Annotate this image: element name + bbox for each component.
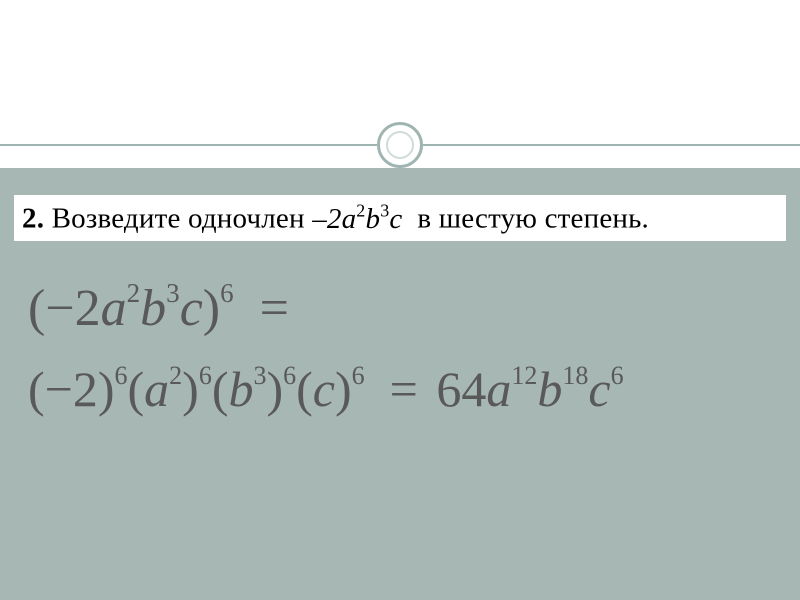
- ornament-line-right: [423, 144, 800, 146]
- equation-line-2: (−2)6(a2)6(b3)6(c)6 = 64a12b18c6: [28, 360, 624, 418]
- ornament-circle-icon: [377, 122, 423, 168]
- eq2-p1-open: (: [28, 361, 45, 417]
- eq2-p1-val: 2: [73, 361, 98, 417]
- eq2-res-c: c: [588, 361, 610, 417]
- problem-c: c: [389, 203, 402, 235]
- header-band: [0, 0, 800, 140]
- problem-b-pow: 3: [380, 200, 389, 220]
- eq2-p4-pow: 6: [352, 361, 365, 390]
- eq2-p3-inner-pow: 3: [253, 361, 266, 390]
- eq2-p1-close: ): [98, 361, 115, 417]
- eq2-p3-base: b: [228, 361, 253, 417]
- eq2-res-a-pow: 12: [511, 361, 537, 390]
- eq1-close: ): [203, 280, 220, 337]
- eq2-p3-pow: 6: [283, 361, 296, 390]
- eq2-p2-close: ): [182, 361, 199, 417]
- eq1-coef: 2: [75, 280, 101, 337]
- eq2-p4-base: c: [313, 361, 335, 417]
- eq2-p2-inner-pow: 2: [169, 361, 182, 390]
- eq2-p3-open: (: [212, 361, 229, 417]
- equation-line-1: (−2a2b3c)6 =: [28, 278, 289, 338]
- eq1-equals: =: [247, 280, 289, 337]
- eq1-c: c: [180, 280, 203, 337]
- eq1-open: (: [28, 280, 45, 337]
- eq1-b: b: [140, 280, 166, 337]
- eq2-res-coef: 64: [436, 361, 486, 417]
- problem-a: a: [342, 203, 357, 235]
- eq2-p4-open: (: [296, 361, 313, 417]
- problem-coef: –2: [312, 203, 341, 235]
- eq2-p2-base: a: [144, 361, 169, 417]
- eq2-res-b: b: [537, 361, 562, 417]
- problem-text-before: Возведите одночлен: [52, 203, 305, 235]
- slide: 2. Возведите одночлен –2a2b3c в шестую с…: [0, 0, 800, 600]
- problem-monomial: –2a2b3c: [312, 203, 410, 235]
- eq2-p2-open: (: [128, 361, 145, 417]
- eq2-p1-pow: 6: [115, 361, 128, 390]
- eq2-p2-pow: 6: [199, 361, 212, 390]
- ornament-line-left: [0, 144, 377, 146]
- eq1-b-pow: 3: [166, 278, 180, 308]
- eq1-outer-pow: 6: [220, 278, 234, 308]
- eq2-p4-close: ): [335, 361, 352, 417]
- problem-box: 2. Возведите одночлен –2a2b3c в шестую с…: [14, 195, 786, 241]
- eq2-p3-close: ): [266, 361, 283, 417]
- problem-number: 2.: [22, 203, 44, 235]
- problem-b: b: [365, 203, 380, 235]
- eq2-equals: =: [377, 361, 430, 417]
- eq1-minus: −: [45, 280, 74, 337]
- eq2-result: 64a12b18c6: [436, 361, 623, 417]
- eq2-res-b-pow: 18: [562, 361, 588, 390]
- eq2-res-c-pow: 6: [611, 361, 624, 390]
- eq1-a: a: [101, 280, 127, 337]
- eq1-a-pow: 2: [127, 278, 141, 308]
- eq2-p1-minus: −: [45, 361, 73, 417]
- eq2-res-a: a: [486, 361, 511, 417]
- problem-text-after: в шестую степень.: [417, 203, 649, 235]
- problem-text: 2. Возведите одночлен –2a2b3c в шестую с…: [22, 200, 649, 236]
